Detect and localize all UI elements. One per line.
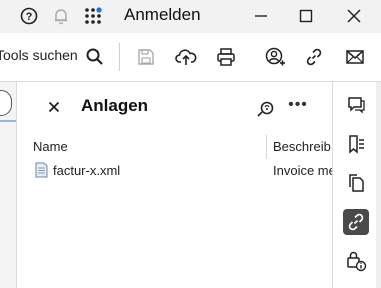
maximize-icon[interactable] bbox=[293, 4, 319, 28]
left-navigation-rail bbox=[0, 82, 17, 288]
mail-icon[interactable] bbox=[343, 45, 367, 69]
add-user-icon[interactable] bbox=[263, 45, 287, 69]
minimize-icon[interactable] bbox=[248, 4, 274, 28]
pages-icon[interactable] bbox=[343, 170, 369, 196]
svg-text:?: ? bbox=[26, 11, 33, 23]
right-tool-rail bbox=[332, 82, 381, 288]
search-attachments-icon[interactable] bbox=[255, 98, 277, 120]
attachment-description: Invoice me bbox=[273, 163, 336, 178]
link-icon[interactable] bbox=[302, 45, 326, 69]
attachments-panel: Anlagen ••• Name Beschreib factur-x.xml … bbox=[17, 82, 336, 288]
column-header-description[interactable]: Beschreib bbox=[273, 139, 331, 154]
sign-in-link[interactable]: Anmelden bbox=[124, 5, 201, 25]
protect-info-icon[interactable] bbox=[343, 248, 369, 274]
close-icon[interactable] bbox=[341, 4, 367, 28]
toolbar-divider bbox=[119, 43, 120, 71]
column-header-name[interactable]: Name bbox=[33, 139, 68, 154]
print-icon[interactable] bbox=[214, 45, 238, 69]
title-bar: ? Anmelden bbox=[0, 0, 381, 33]
comment-icon[interactable] bbox=[343, 92, 369, 118]
column-divider[interactable] bbox=[266, 135, 267, 159]
attachment-name: factur-x.xml bbox=[53, 163, 121, 178]
table-row[interactable]: factur-x.xml Invoice me bbox=[17, 160, 336, 182]
apps-grid-icon[interactable] bbox=[83, 6, 103, 26]
collapse-toggle[interactable] bbox=[0, 90, 12, 116]
save-icon[interactable] bbox=[134, 45, 158, 69]
attachments-link-icon[interactable] bbox=[343, 209, 369, 235]
search-icon[interactable] bbox=[83, 45, 107, 69]
tools-search-label[interactable]: Tools suchen bbox=[0, 47, 78, 63]
help-icon[interactable]: ? bbox=[19, 6, 39, 26]
notification-bell-icon[interactable] bbox=[51, 6, 71, 26]
main-toolbar: Tools suchen bbox=[0, 33, 381, 82]
xml-file-icon bbox=[35, 162, 48, 178]
rail-highlight bbox=[0, 120, 16, 122]
close-panel-icon[interactable] bbox=[45, 98, 63, 116]
panel-title: Anlagen bbox=[81, 96, 149, 115]
bookmark-list-icon[interactable] bbox=[343, 131, 369, 157]
more-options-icon[interactable]: ••• bbox=[287, 96, 309, 118]
upload-cloud-icon[interactable] bbox=[174, 45, 198, 69]
scrollbar[interactable] bbox=[376, 82, 381, 288]
